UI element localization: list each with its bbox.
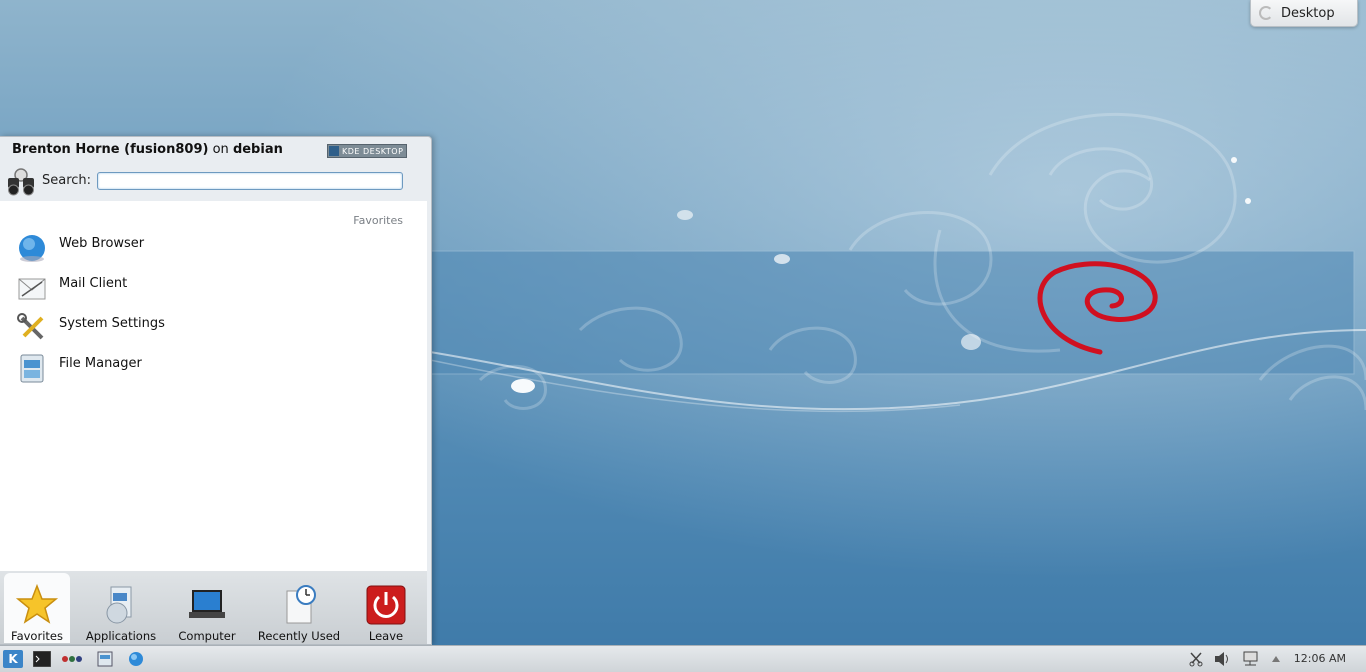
globe-icon <box>19 235 45 262</box>
kickoff-tab-bar: Favorites Applications Computer Recently… <box>0 571 427 644</box>
network-icon[interactable] <box>1240 650 1262 668</box>
favorite-label: File Manager <box>59 355 142 371</box>
favorite-web-browser[interactable]: Web Browser <box>16 231 406 265</box>
tab-label: Computer <box>178 629 236 643</box>
kde-launcher-icon[interactable]: K <box>3 650 23 668</box>
favorite-system-settings[interactable]: System Settings <box>16 311 406 345</box>
kde-badge-text: KDE DESKTOP <box>342 146 404 156</box>
user-name: Brenton Horne (fusion809) <box>12 142 209 157</box>
tab-label: Favorites <box>11 629 63 643</box>
tools-icon <box>17 313 44 340</box>
desktop-toolbox-label: Desktop <box>1281 5 1335 21</box>
user-host-line: Brenton Horne (fusion809) on debian <box>12 142 283 157</box>
tab-label: Leave <box>368 629 404 643</box>
star-icon <box>15 583 59 624</box>
clock[interactable]: 12:06 AM <box>1294 652 1346 665</box>
taskbar-panel: K 12:06 AM <box>0 645 1366 672</box>
tab-computer[interactable]: Computer <box>175 573 239 643</box>
favorite-mail-client[interactable]: Mail Client <box>16 271 406 305</box>
clock-document-icon <box>286 585 316 624</box>
tab-label: Recently Used <box>257 629 341 643</box>
power-icon <box>366 585 406 625</box>
host-name: debian <box>232 142 283 157</box>
mail-icon <box>18 278 46 300</box>
tab-label: Applications <box>85 629 157 643</box>
scissors-icon[interactable] <box>1186 650 1206 668</box>
kde-desktop-badge: KDE DESKTOP <box>327 144 407 158</box>
favorites-header: Favorites <box>353 214 403 227</box>
volume-icon[interactable] <box>1212 650 1234 668</box>
tab-leave[interactable]: Leave <box>360 573 412 643</box>
on-word: on <box>212 142 229 157</box>
file-manager-icon[interactable] <box>95 650 115 668</box>
applications-icon <box>106 586 132 624</box>
laptop-icon <box>189 590 225 618</box>
favorite-label: Mail Client <box>59 275 128 291</box>
tab-recently-used[interactable]: Recently Used <box>256 573 342 643</box>
binoculars-icon <box>8 168 34 196</box>
globe-icon[interactable] <box>126 650 146 668</box>
kde-logo-icon <box>329 146 339 156</box>
favorite-label: System Settings <box>59 315 165 331</box>
terminal-icon[interactable] <box>32 650 52 668</box>
favorite-label: Web Browser <box>59 235 145 251</box>
tray-arrow-icon[interactable] <box>1268 650 1284 668</box>
favorite-file-manager[interactable]: File Manager <box>16 351 406 385</box>
search-input[interactable] <box>97 172 403 190</box>
favorites-panel: Favorites Web Browser Mail Client System… <box>0 201 427 571</box>
tab-applications[interactable]: Applications <box>83 573 159 643</box>
file-manager-icon <box>20 354 44 383</box>
desktop-toolbox-button[interactable]: Desktop <box>1250 0 1358 27</box>
kickoff-launcher-menu: Brenton Horne (fusion809) on debian KDE … <box>0 136 432 645</box>
search-label: Search: <box>42 173 92 188</box>
pager-icon[interactable] <box>60 650 84 668</box>
tab-favorites[interactable]: Favorites <box>4 573 70 643</box>
spinner-icon <box>1259 6 1273 20</box>
